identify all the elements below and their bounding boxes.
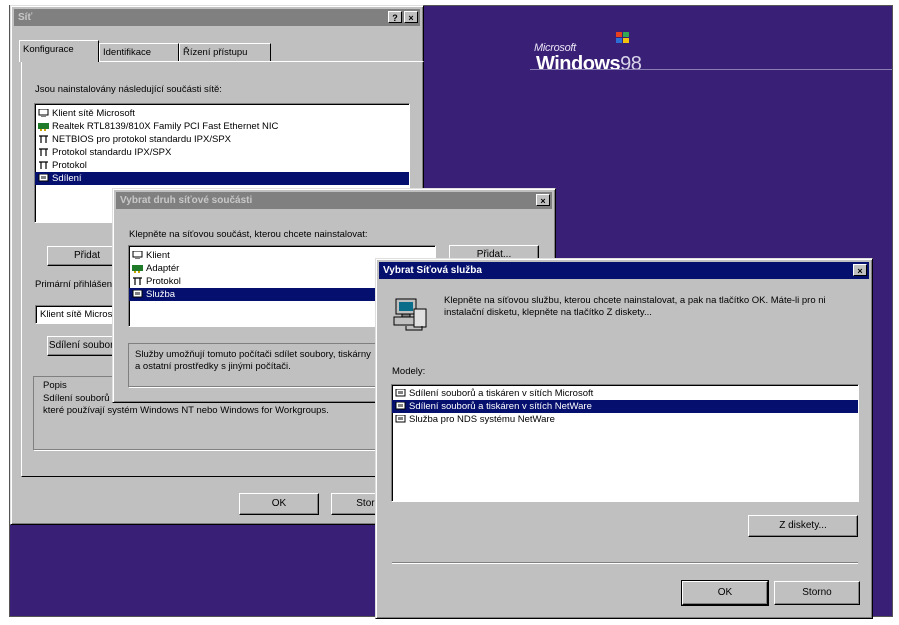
- tab-configuration[interactable]: Konfigurace: [19, 40, 99, 62]
- logo-version: 98: [620, 53, 642, 75]
- logo-divider: [530, 69, 892, 70]
- protocol-icon: [39, 135, 48, 143]
- cancel-button[interactable]: Storno: [774, 581, 860, 605]
- service-dialog: Vybrat Síťová služba × Klepněte na síťov…: [375, 258, 873, 619]
- component-type-title: Vybrat druh síťové součásti: [120, 195, 253, 206]
- protocol-icon: [39, 148, 48, 156]
- help-button[interactable]: ?: [388, 11, 402, 23]
- service-dialog-title: Vybrat Síťová služba: [383, 265, 482, 276]
- list-item[interactable]: Sdílení souborů a tiskáren v sítích NetW…: [392, 400, 858, 413]
- close-button[interactable]: ×: [536, 194, 550, 206]
- list-item[interactable]: NETBIOS pro protokol standardu IPX/SPX: [35, 133, 409, 146]
- client-icon: [38, 109, 49, 117]
- tab-identification[interactable]: Identifikace: [99, 43, 179, 61]
- models-label: Modely:: [392, 366, 426, 377]
- service-instruction: Klepněte na síťovou službu, kterou chcet…: [444, 295, 826, 318]
- service-dialog-titlebar[interactable]: Vybrat Síťová služba ×: [379, 262, 869, 279]
- adapter-icon: [132, 265, 143, 273]
- list-item[interactable]: Klient sítě Microsoft: [35, 107, 409, 120]
- network-dialog-title: Síť: [18, 12, 33, 23]
- component-type-prompt: Klepněte na síťovou součást, kterou chce…: [129, 229, 368, 240]
- close-button[interactable]: ×: [853, 264, 867, 276]
- logo-windows: Windows98: [536, 53, 642, 75]
- close-button[interactable]: ×: [404, 11, 418, 23]
- list-item[interactable]: Protokol: [35, 159, 409, 172]
- list-item[interactable]: Sdílení: [35, 172, 409, 185]
- tab-access-control[interactable]: Řízení přístupu: [179, 43, 271, 61]
- list-item[interactable]: Sdílení souborů a tiskáren v sítích Micr…: [392, 387, 858, 400]
- list-item[interactable]: Realtek RTL8139/810X Family PCI Fast Eth…: [35, 120, 409, 133]
- protocol-icon: [39, 161, 48, 169]
- service-icon: [395, 389, 406, 397]
- divider: [392, 562, 858, 564]
- network-dialog-titlebar[interactable]: Síť ? ×: [14, 9, 420, 26]
- primary-logon-label: Primární přihlášení: [35, 279, 115, 290]
- client-icon: [132, 251, 143, 259]
- service-icon: [395, 402, 406, 410]
- ok-button[interactable]: OK: [239, 493, 319, 515]
- installed-components-label: Jsou nainstalovány následující součásti …: [35, 84, 222, 95]
- ok-button[interactable]: OK: [681, 580, 769, 606]
- component-type-titlebar[interactable]: Vybrat druh síťové součásti ×: [116, 192, 552, 209]
- windows-flag-icon: [616, 32, 630, 44]
- list-item[interactable]: Protokol standardu IPX/SPX: [35, 146, 409, 159]
- have-disk-button[interactable]: Z diskety...: [748, 515, 858, 537]
- service-icon: [38, 174, 49, 182]
- list-item[interactable]: Služba pro NDS systému NetWare: [392, 413, 858, 426]
- protocol-icon: [133, 277, 142, 285]
- description-label: Popis: [43, 380, 67, 391]
- service-icon: [395, 415, 406, 423]
- network-service-icon: [393, 298, 427, 331]
- adapter-icon: [38, 123, 49, 131]
- component-description-text: Služby umožňují tomuto počítači sdílet s…: [135, 349, 371, 372]
- models-list[interactable]: Sdílení souborů a tiskáren v sítích Micr…: [391, 384, 859, 502]
- service-icon: [132, 290, 143, 298]
